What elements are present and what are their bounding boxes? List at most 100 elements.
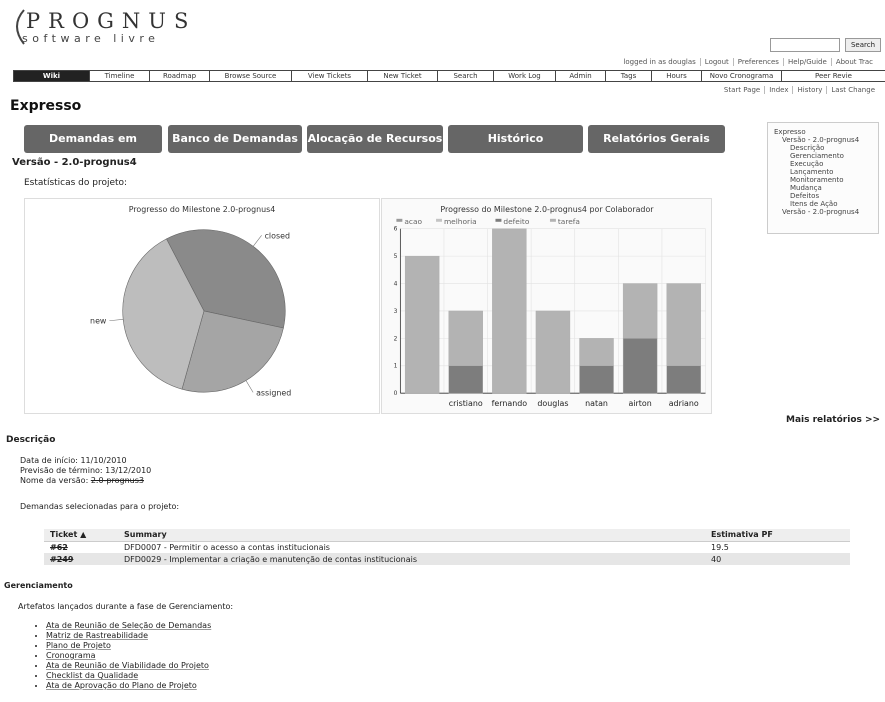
- bar-tarefa: [579, 338, 614, 366]
- artifacts-list: Ata de Reunião de Seleção de Demandas Ma…: [36, 621, 211, 691]
- legend-label-acao: acao: [404, 217, 422, 226]
- tab-work-log[interactable]: Work Log: [493, 71, 555, 81]
- relatorios-gerais-button[interactable]: Relatórios Gerais: [588, 125, 725, 153]
- x-tick-label: adriano: [669, 399, 699, 408]
- legend-label-melhoria: melhoria: [444, 217, 477, 226]
- toc-item[interactable]: Execução: [774, 160, 872, 168]
- tab-browse-source[interactable]: Browse Source: [209, 71, 291, 81]
- main-nav: Wiki Timeline Roadmap Browse Source View…: [13, 70, 885, 82]
- tab-timeline[interactable]: Timeline: [89, 71, 149, 81]
- tab-admin[interactable]: Admin: [555, 71, 605, 81]
- about-trac-link[interactable]: About Trac: [830, 58, 877, 66]
- toc-item[interactable]: Versão - 2.0-prognus4: [774, 208, 872, 216]
- artifact-link[interactable]: Cronograma: [46, 651, 211, 661]
- tab-hours[interactable]: Hours: [651, 71, 701, 81]
- ticket-link[interactable]: #62: [44, 541, 118, 553]
- summary-link[interactable]: DFD0007 - Permitir o acesso a contas ins…: [118, 541, 705, 553]
- tab-novo-cronograma[interactable]: Novo Cronograma: [701, 71, 781, 81]
- toc-item[interactable]: Defeitos: [774, 192, 872, 200]
- tab-tags[interactable]: Tags: [605, 71, 651, 81]
- version-name-line: Nome da versão: 2.0-prognus3: [20, 476, 151, 486]
- more-reports-link[interactable]: Mais relatórios >>: [786, 415, 880, 425]
- prognus-logo[interactable]: PROGNUS software livre: [8, 6, 188, 46]
- y-tick-label: 0: [394, 390, 398, 397]
- toc-item[interactable]: Expresso: [774, 128, 872, 136]
- tab-peer-review[interactable]: Peer Revie: [781, 71, 885, 81]
- last-change-link[interactable]: Last Change: [826, 86, 879, 94]
- tab-roadmap[interactable]: Roadmap: [149, 71, 209, 81]
- toc-item[interactable]: Descrição: [774, 144, 872, 152]
- toc-item[interactable]: Versão - 2.0-prognus4: [774, 136, 872, 144]
- table-header-row: Ticket ▲ Summary Estimativa PF: [44, 529, 850, 542]
- artifact-link[interactable]: Ata de Reunião de Viabilidade do Projeto: [46, 661, 211, 671]
- version-name-link[interactable]: 2.0-prognus3: [91, 476, 144, 485]
- artifact-link[interactable]: Ata de Aprovação do Plano de Projeto: [46, 681, 211, 691]
- estimativa-cell: 19.5: [705, 541, 850, 553]
- estimativa-cell: 40: [705, 553, 850, 565]
- artifact-link[interactable]: Checklist da Qualidade: [46, 671, 211, 681]
- artifact-link[interactable]: Ata de Reunião de Seleção de Demandas: [46, 621, 211, 631]
- tab-search[interactable]: Search: [437, 71, 493, 81]
- tab-wiki[interactable]: Wiki: [13, 71, 89, 81]
- table-of-contents: Expresso Versão - 2.0-prognus4 Descrição…: [767, 122, 879, 234]
- search-input[interactable]: [770, 38, 840, 52]
- logged-in-text: logged in as douglas: [623, 58, 696, 66]
- start-date-text: Data de início: 11/10/2010: [20, 456, 127, 465]
- toc-item[interactable]: Monitoramento: [774, 176, 872, 184]
- bar-chart: Progresso do Milestone 2.0-prognus4 por …: [381, 198, 712, 414]
- summary-column-header[interactable]: Summary: [118, 529, 705, 542]
- bar-defeito: [579, 365, 614, 394]
- logout-link[interactable]: Logout: [699, 58, 733, 66]
- artifact-link[interactable]: Matriz de Rastreabilidade: [46, 631, 211, 641]
- index-link[interactable]: Index: [764, 86, 792, 94]
- bar-defeito: [666, 365, 701, 394]
- help-guide-link[interactable]: Help/Guide: [782, 58, 831, 66]
- x-tick-label: cristiano: [449, 399, 483, 408]
- search-button[interactable]: Search: [845, 38, 881, 52]
- x-tick-label: airton: [629, 399, 652, 408]
- table-row: #62 DFD0007 - Permitir o acesso a contas…: [44, 541, 850, 553]
- toc-item[interactable]: Mudança: [774, 184, 872, 192]
- end-date-text: Previsão de término: 13/12/2010: [20, 466, 152, 475]
- x-tick-label: fernando: [492, 399, 528, 408]
- pie-label-new: new: [90, 317, 107, 326]
- legend-swatch-tarefa: [549, 218, 556, 222]
- toc-item[interactable]: Gerenciamento: [774, 152, 872, 160]
- pie-label-closed: closed: [265, 231, 290, 240]
- toc-item[interactable]: Lançamento: [774, 168, 872, 176]
- estimativa-column-header[interactable]: Estimativa PF: [705, 529, 850, 542]
- historico-button[interactable]: Histórico: [448, 125, 583, 153]
- tab-view-tickets[interactable]: View Tickets: [291, 71, 367, 81]
- ticket-column-header[interactable]: Ticket ▲: [44, 529, 118, 542]
- bar-tarefa: [492, 228, 527, 394]
- pie-leader-line: [245, 380, 254, 393]
- bar-tarefa: [448, 310, 483, 366]
- tab-new-ticket[interactable]: New Ticket: [367, 71, 437, 81]
- description-block: Data de início: 11/10/2010 Previsão de t…: [20, 456, 151, 486]
- artifact-link[interactable]: Plano de Projeto: [46, 641, 211, 651]
- bar-tarefa: [535, 310, 571, 394]
- toc-item[interactable]: Itens de Ação: [774, 200, 872, 208]
- y-tick-label: 5: [394, 253, 398, 260]
- ticket-link[interactable]: #249: [44, 553, 118, 565]
- logo-main-text: PROGNUS: [26, 9, 197, 33]
- history-link[interactable]: History: [792, 86, 826, 94]
- bar-chart-title: Progresso do Milestone 2.0-prognus4 por …: [440, 205, 654, 214]
- pie-label-assigned: assigned: [256, 388, 291, 397]
- table-row: #249 DFD0029 - Implementar a criação e m…: [44, 553, 850, 565]
- start-page-link[interactable]: Start Page: [720, 86, 764, 94]
- legend-label-defeito: defeito: [503, 217, 529, 226]
- demandas-aquisicao-button[interactable]: Demandas em Aquisição: [24, 125, 162, 173]
- y-tick-label: 1: [394, 363, 398, 370]
- y-tick-label: 2: [394, 335, 398, 342]
- bar-tarefa: [666, 283, 701, 366]
- x-tick-label: douglas: [537, 399, 568, 408]
- summary-link[interactable]: DFD0029 - Implementar a criação e manute…: [118, 553, 705, 565]
- legend-swatch-acao: [396, 218, 403, 222]
- banco-demandas-button[interactable]: Banco de Demandas: [168, 125, 302, 153]
- alocacao-recursos-button[interactable]: Alocação de Recursos: [307, 125, 443, 153]
- preferences-link[interactable]: Preferences: [732, 58, 783, 66]
- y-tick-label: 6: [394, 226, 398, 233]
- tickets-table: Ticket ▲ Summary Estimativa PF #62 DFD00…: [44, 529, 850, 565]
- pie-leader-line: [109, 319, 124, 322]
